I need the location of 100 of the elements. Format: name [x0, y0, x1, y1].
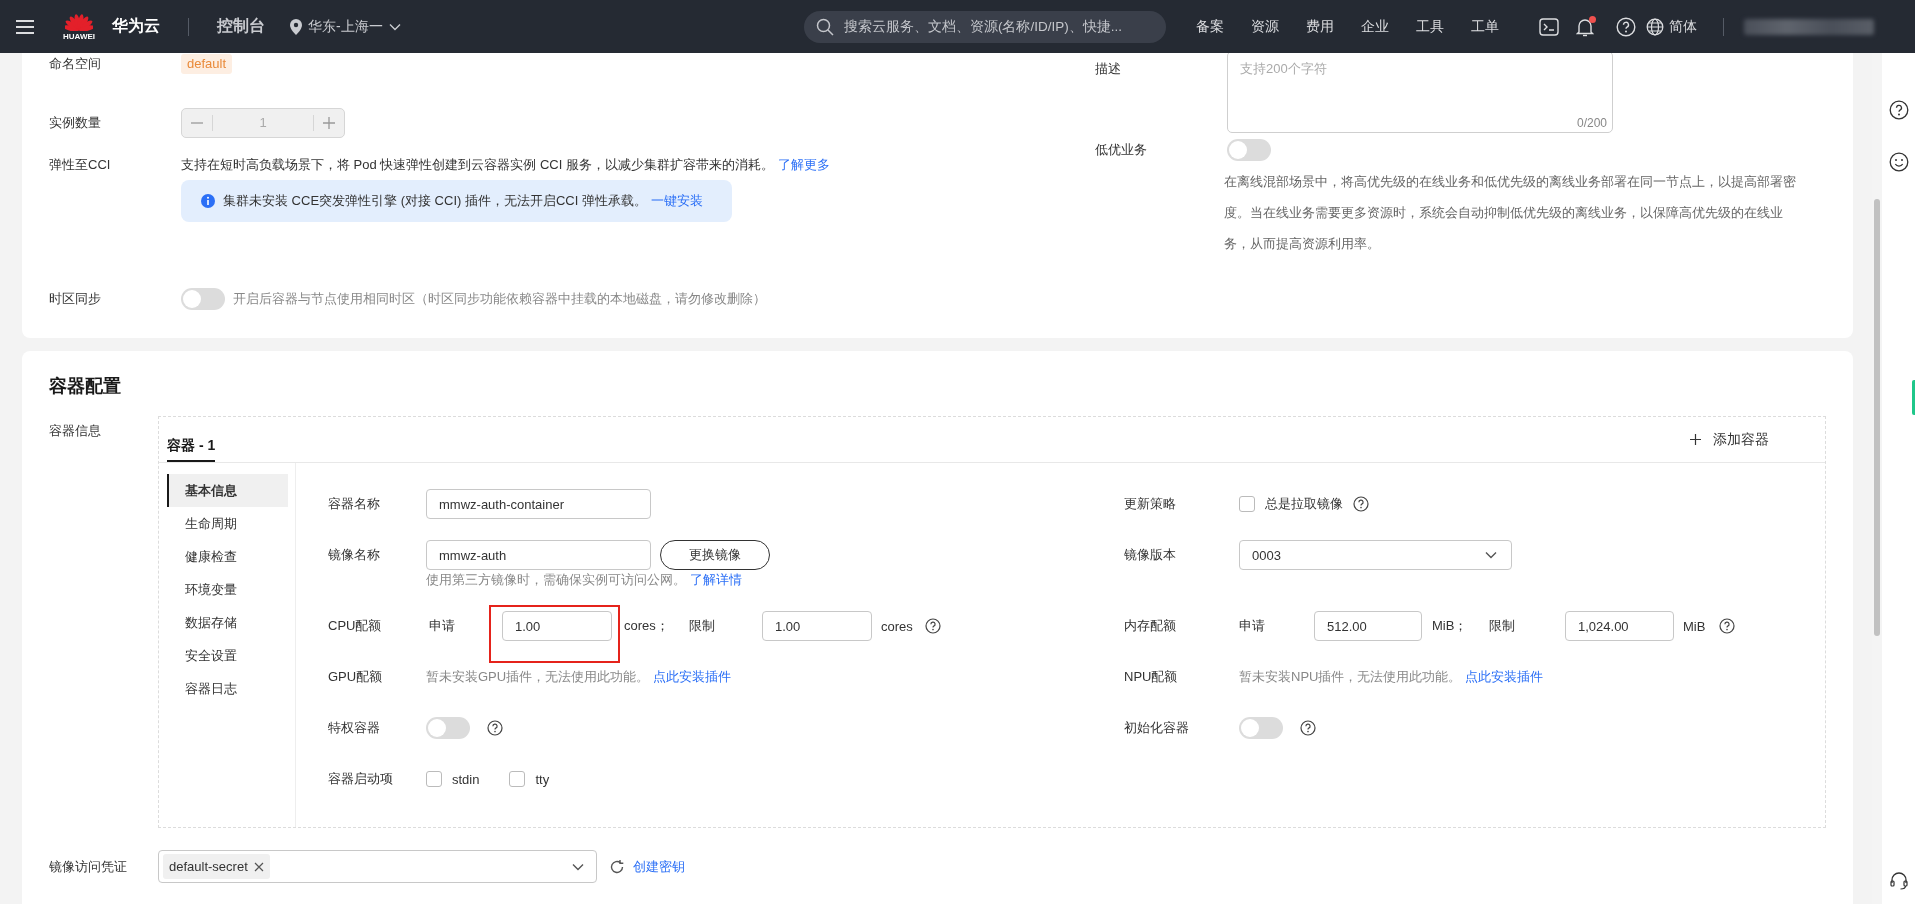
- section-nav-item[interactable]: 健康检查: [167, 540, 288, 573]
- cpu-request-field[interactable]: 1.00: [502, 611, 612, 641]
- field-label: 实例数量: [49, 114, 102, 132]
- timezone-toggle[interactable]: [181, 288, 225, 310]
- checkbox[interactable]: [509, 771, 526, 787]
- field-label: 限制: [689, 617, 716, 635]
- nav-link[interactable]: 工具: [1416, 17, 1444, 36]
- field-label: 镜像访问凭证: [49, 858, 128, 876]
- help-text: 暂未安装GPU插件，无法使用此功能。 点此安装插件: [426, 668, 732, 686]
- console-title[interactable]: 控制台: [217, 16, 265, 37]
- field-label: 时区同步: [49, 290, 102, 308]
- refresh-icon[interactable]: [609, 858, 625, 875]
- field-label: 更新策略: [1124, 495, 1177, 513]
- init-container-toggle[interactable]: [1239, 717, 1283, 739]
- field-label: 申请: [429, 617, 456, 635]
- unit-label: MiB；: [1432, 617, 1469, 635]
- field-label: 特权容器: [328, 719, 381, 737]
- field-label: 容器信息: [49, 422, 102, 440]
- section-nav-item[interactable]: 生命周期: [167, 507, 288, 540]
- checkbox[interactable]: [426, 771, 442, 787]
- install-plugin-link[interactable]: 点此安装插件: [1465, 669, 1544, 684]
- section-nav-item[interactable]: 数据存储: [167, 606, 288, 639]
- globe-icon: [1646, 17, 1664, 36]
- field-label: 容器名称: [328, 495, 381, 513]
- field-label: GPU配额: [328, 668, 384, 686]
- close-icon[interactable]: [253, 861, 264, 872]
- create-secret-link[interactable]: 创建密钥: [633, 857, 685, 876]
- field-label: CPU配额: [328, 617, 383, 635]
- chevron-down-icon: [1485, 551, 1497, 559]
- container-name-field[interactable]: mmwz-auth-container: [426, 489, 651, 519]
- help-text: 在离线混部场景中，将高优先级的在线业务和低优先级的离线业务部署在同一节点上，以提高部署密度。当在线业务需要更多资源时，系统会自动抑制低优先级的离线业务，以保障高优先级的在线业务，从而提高资源利用率。: [1224, 173, 1797, 253]
- memory-request-field[interactable]: 512.00: [1314, 611, 1422, 641]
- language-selector[interactable]: 简体: [1646, 17, 1697, 36]
- checkbox[interactable]: [1239, 496, 1255, 512]
- unit-label: cores: [881, 618, 913, 634]
- field-label: 镜像版本: [1124, 546, 1177, 564]
- field-label: 弹性至CCI: [49, 156, 112, 174]
- field-label: 内存配额: [1124, 617, 1177, 635]
- low-priority-toggle[interactable]: [1227, 139, 1271, 161]
- unit-label: MiB: [1683, 618, 1706, 634]
- checkbox-label: 总是拉取镜像: [1265, 495, 1343, 513]
- bell-icon[interactable]: [1576, 16, 1594, 37]
- headset-icon[interactable]: [1888, 871, 1909, 891]
- location-pin-icon: [290, 18, 302, 35]
- checkbox-label: stdin: [452, 771, 480, 787]
- brand-name[interactable]: 华为云: [112, 16, 160, 37]
- help-icon[interactable]: [1300, 720, 1316, 736]
- search-icon: [816, 17, 834, 36]
- field-label: 低优业务: [1095, 141, 1148, 159]
- search-field[interactable]: 搜索云服务、文档、资源(名称/ID/IP)、快捷...: [804, 10, 1166, 43]
- secret-tag[interactable]: default-secret: [163, 854, 270, 879]
- info-icon: [201, 194, 215, 208]
- image-version-select[interactable]: 0003: [1239, 540, 1512, 570]
- help-text: 开启后容器与节点使用相同时区（时区同步功能依赖容器中挂载的本地磁盘，请勿修改删除）: [233, 290, 766, 308]
- nav-link[interactable]: 资源: [1251, 17, 1279, 36]
- help-text: 使用第三方镜像时，需确保实例可访问公网。 了解详情: [426, 571, 743, 589]
- region-selector[interactable]: 华东-上海一: [290, 17, 420, 36]
- install-plugin-link[interactable]: 点此安装插件: [652, 669, 731, 684]
- field-label: 初始化容器: [1124, 719, 1190, 737]
- help-icon[interactable]: [487, 720, 503, 736]
- chevron-down-icon: [572, 862, 584, 871]
- nav-link[interactable]: 备案: [1196, 17, 1224, 36]
- details-link[interactable]: 了解详情: [689, 572, 742, 587]
- plus-icon: [1690, 434, 1701, 445]
- help-icon[interactable]: [1353, 496, 1369, 512]
- secret-select[interactable]: default-secret: [158, 850, 597, 883]
- logo-text: HUAWEI: [63, 31, 95, 41]
- help-text: 暂未安装NPU插件，无法使用此功能。 点此安装插件: [1239, 668, 1545, 686]
- field-label: 申请: [1239, 617, 1266, 635]
- logo-icon[interactable]: [65, 12, 93, 31]
- help-icon[interactable]: [924, 618, 941, 634]
- checkbox-label: tty: [535, 771, 550, 787]
- terminal-icon[interactable]: [1539, 17, 1559, 36]
- change-image-button[interactable]: 更换镜像: [660, 540, 770, 570]
- menu-icon[interactable]: [16, 18, 34, 35]
- nav-link[interactable]: 企业: [1361, 17, 1389, 36]
- smiley-icon[interactable]: [1888, 152, 1909, 172]
- container-tab[interactable]: 容器 - 1: [167, 417, 216, 462]
- memory-limit-field[interactable]: 1,024.00: [1565, 611, 1674, 641]
- chevron-down-icon: [388, 22, 401, 31]
- privileged-toggle[interactable]: [426, 717, 470, 739]
- nav-link[interactable]: 费用: [1306, 17, 1334, 36]
- section-nav-item[interactable]: 环境变量: [167, 573, 288, 606]
- scrollbar-thumb[interactable]: [1874, 199, 1880, 636]
- image-name-field[interactable]: mmwz-auth: [426, 540, 651, 570]
- learn-more-link[interactable]: 了解更多: [777, 157, 830, 172]
- help-icon[interactable]: [1719, 618, 1736, 634]
- field-label: 限制: [1489, 617, 1516, 635]
- namespace-tag: default: [181, 54, 233, 74]
- section-nav-item[interactable]: 安全设置: [167, 639, 288, 672]
- section-title: 容器配置: [49, 375, 122, 398]
- field-label: 命名空间: [49, 55, 102, 73]
- nav-link[interactable]: 工单: [1471, 17, 1499, 36]
- section-nav-item[interactable]: 容器日志: [167, 672, 288, 705]
- character-counter: 0/200: [1576, 116, 1607, 130]
- section-nav-item[interactable]: 基本信息: [167, 474, 288, 507]
- install-link[interactable]: 一键安装: [650, 193, 703, 208]
- cpu-limit-field[interactable]: 1.00: [762, 611, 872, 641]
- help-icon[interactable]: [1888, 100, 1909, 120]
- unit-label: cores；: [624, 617, 670, 635]
